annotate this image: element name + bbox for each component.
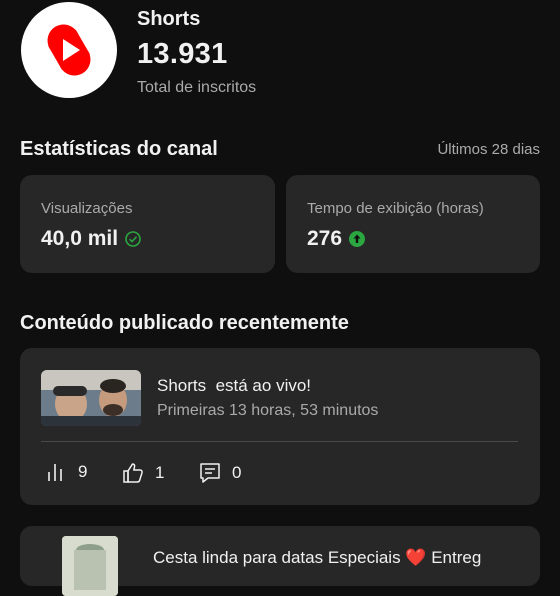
- views-value-row: 40,0 mil: [41, 227, 142, 251]
- subscriber-count: 13.931: [137, 38, 228, 70]
- check-circle-icon: [125, 231, 141, 247]
- recent-content-card[interactable]: Shorts está ao vivo! Primeiras 13 horas,…: [20, 348, 540, 505]
- video-title[interactable]: Cesta linda para datas Especiais ❤️ Entr…: [153, 548, 481, 568]
- arrow-up-circle-icon: [349, 231, 366, 247]
- watch-time-value-row: 276: [307, 227, 366, 251]
- bar-chart-icon: [48, 464, 62, 481]
- shorts-logo-icon: [47, 24, 91, 76]
- subscriber-label: Total de inscritos: [137, 79, 257, 96]
- views-value: 40,0 mil: [41, 227, 119, 250]
- comment-icon: [200, 463, 220, 483]
- watch-time-stat-card[interactable]: Tempo de exibição (horas) 276: [286, 175, 540, 273]
- watch-time-value: 276: [307, 227, 343, 250]
- stats-period: Últimos 28 dias: [437, 141, 540, 158]
- video-subtitle: Primeiras 13 horas, 53 minutos: [157, 402, 379, 419]
- video-thumbnail[interactable]: [41, 370, 141, 426]
- video-thumbnail-image: [62, 536, 118, 596]
- channel-avatar[interactable]: [21, 2, 117, 98]
- views-stat-card[interactable]: Visualizações 40,0 mil: [20, 175, 275, 273]
- views-count: 9: [78, 462, 88, 481]
- stats-section-title: Estatísticas do canal: [20, 138, 218, 160]
- comments-count: 0: [232, 463, 242, 482]
- divider: [41, 441, 518, 442]
- likes-metric: 1: [121, 461, 164, 485]
- video-title[interactable]: Shorts está ao vivo!: [157, 376, 311, 396]
- watch-time-label: Tempo de exibição (horas): [307, 200, 484, 217]
- views-metric: 9: [46, 461, 87, 483]
- thumbs-up-icon: [123, 463, 143, 483]
- video-thumbnail[interactable]: [62, 536, 118, 596]
- channel-name: Shorts: [137, 8, 201, 30]
- comments-metric: 0: [198, 461, 241, 485]
- recent-section-title: Conteúdo publicado recentemente: [20, 312, 349, 334]
- views-label: Visualizações: [41, 200, 133, 217]
- likes-count: 1: [155, 463, 165, 482]
- recent-content-card[interactable]: Cesta linda para datas Especiais ❤️ Entr…: [20, 526, 540, 596]
- video-thumbnail-image: [41, 370, 141, 426]
